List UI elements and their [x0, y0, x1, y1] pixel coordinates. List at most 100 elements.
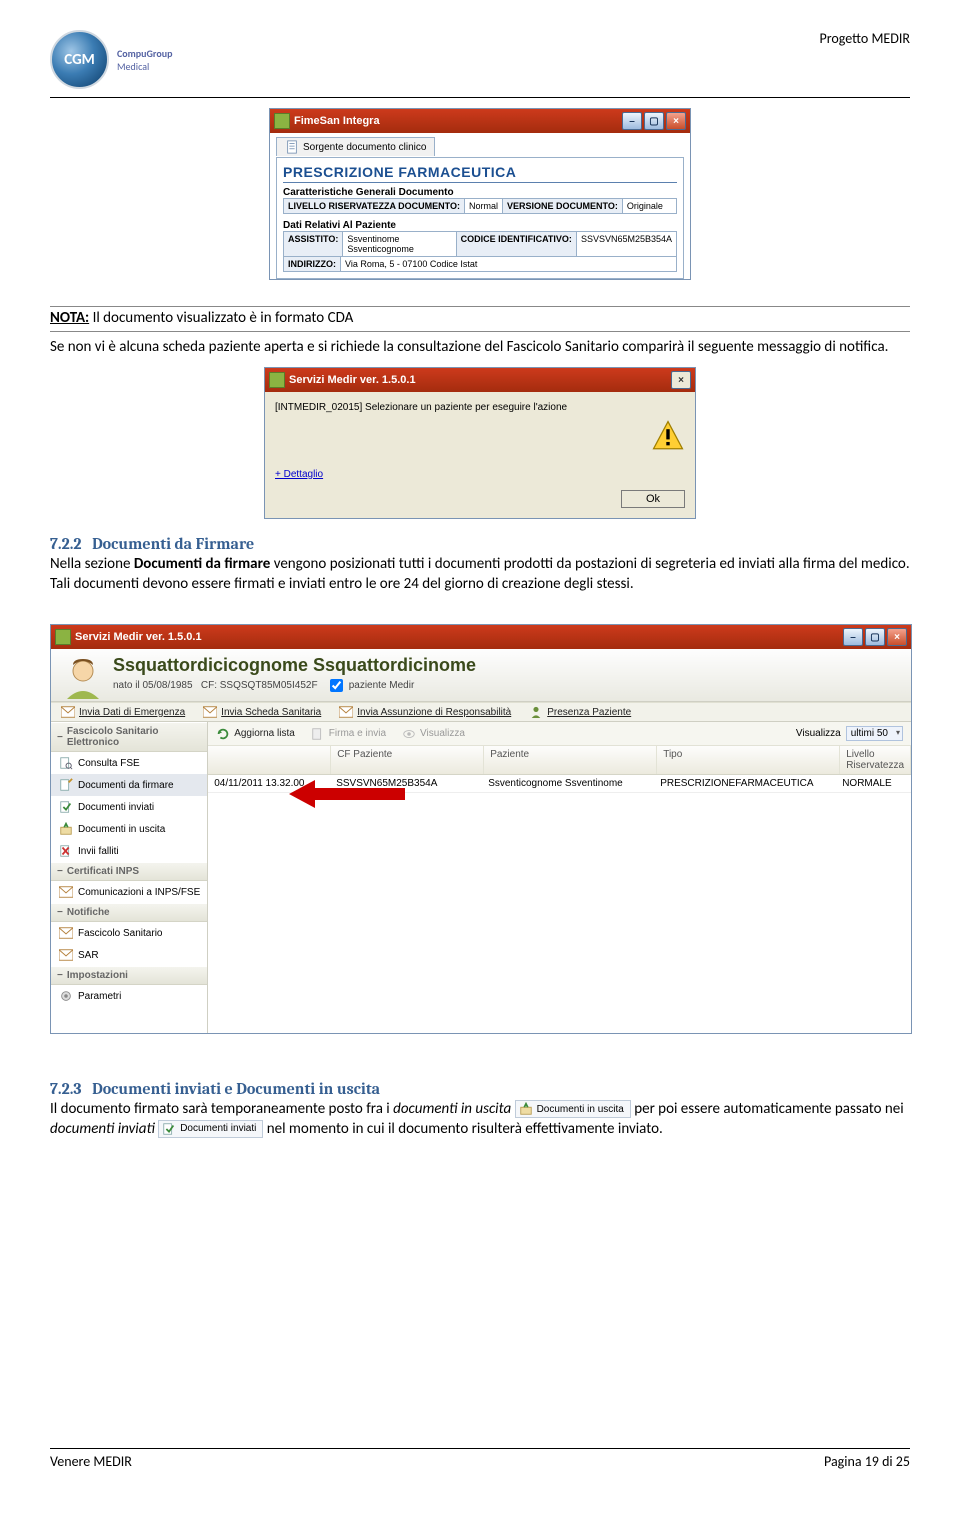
collapse-icon: −	[57, 732, 63, 743]
collapse-icon: −	[57, 907, 63, 918]
col-livello[interactable]: Livello Riservatezza	[840, 746, 911, 774]
nav-notif-fascicolo[interactable]: Fascicolo Sanitario	[51, 922, 207, 944]
link-scheda-sanitaria[interactable]: Invia Scheda Sanitaria	[203, 706, 321, 718]
nav-group-fse[interactable]: −Fascicolo Sanitario Elettronico	[51, 722, 207, 752]
col-cf[interactable]: CF Paziente	[331, 746, 484, 774]
patient-avatar	[61, 655, 105, 699]
eye-icon	[402, 727, 416, 741]
cell-livello: NORMALE	[836, 775, 911, 792]
nav-invii-falliti[interactable]: Invii falliti	[51, 840, 207, 862]
nav-group-notifiche[interactable]: −Notifiche	[51, 903, 207, 922]
nav-documenti-da-firmare[interactable]: Documenti da firmare	[51, 774, 207, 796]
envelope-icon	[61, 706, 75, 718]
nav-label: Comunicazioni a INPS/FSE	[78, 887, 200, 898]
btn-label: Visualizza	[420, 728, 465, 739]
nota-text: Il documento visualizzato è in formato C…	[89, 309, 353, 327]
close-button[interactable]: ×	[887, 628, 907, 646]
livello-label: LIVELLO RISERVATEZZA DOCUMENTO:	[284, 199, 465, 213]
refresh-icon	[216, 727, 230, 741]
paziente-medir-checkbox[interactable]	[330, 679, 343, 692]
meta-paz-label: paziente Medir	[349, 680, 415, 691]
nav-consulta-fse[interactable]: Consulta FSE	[51, 752, 207, 774]
nav-label: Documenti da firmare	[78, 780, 174, 791]
ok-button[interactable]: Ok	[621, 490, 685, 508]
tab-sorgente[interactable]: Sorgente documento clinico	[276, 137, 435, 156]
app-icon	[55, 629, 71, 645]
nav-documenti-in-uscita[interactable]: Documenti in uscita	[51, 818, 207, 840]
patient-name: Ssquattordicicognome Ssquattordicinome	[61, 655, 901, 676]
livello-value: Normal	[465, 199, 502, 213]
s3-title: Servizi Medir ver. 1.5.0.1	[75, 631, 202, 643]
cgm-badge: CGM	[50, 30, 109, 89]
snip-documenti-uscita: Documenti in uscita	[515, 1100, 631, 1118]
nav-comunicazioni-inps[interactable]: Comunicazioni a INPS/FSE	[51, 881, 207, 903]
nav-label: Documenti inviati	[78, 802, 154, 813]
t: Documenti da firmare	[134, 555, 271, 573]
collapse-icon: −	[57, 970, 63, 981]
nav-label: SAR	[78, 950, 99, 961]
cell-paziente: Ssventicognome Ssventinome	[482, 775, 654, 792]
nav-parametri[interactable]: Parametri	[51, 985, 207, 1007]
nav-group-inps[interactable]: −Certificati INPS	[51, 862, 207, 881]
prescrizione-heading: PRESCRIZIONE FARMACEUTICA	[283, 164, 677, 180]
minimize-button[interactable]: –	[843, 628, 863, 646]
visualizza-select[interactable]: ultimi 50	[846, 726, 903, 741]
dettaglio-link[interactable]: + Dettaglio	[275, 469, 685, 480]
col-tipo[interactable]: Tipo	[657, 746, 840, 774]
nav-label: Fascicolo Sanitario	[78, 928, 162, 939]
screenshot-dialog: Servizi Medir ver. 1.5.0.1 × [INTMEDIR_0…	[264, 367, 696, 519]
codice-value: SSVSVN65M25B354A	[577, 232, 676, 256]
grp-label: Impostazioni	[67, 970, 128, 981]
link-dati-emergenza[interactable]: Invia Dati di Emergenza	[61, 706, 185, 718]
link-label: Invia Scheda Sanitaria	[221, 707, 321, 718]
pen-doc-icon	[59, 778, 73, 792]
project-name: Progetto MEDIR	[820, 30, 910, 47]
versione-label: VERSIONE DOCUMENTO:	[503, 199, 623, 213]
meta-cf: CF: SSQSQT85M05I452F	[201, 680, 318, 691]
s3-titlebar: Servizi Medir ver. 1.5.0.1 – ▢ ×	[51, 625, 911, 649]
outbox-icon	[519, 1102, 533, 1116]
grp-label: Certificati INPS	[67, 866, 139, 877]
sent-doc-icon	[59, 800, 73, 814]
firma-invia-button[interactable]: Firma e invia	[311, 727, 386, 741]
minimize-button[interactable]: –	[622, 112, 642, 130]
grp-label: Notifiche	[67, 907, 110, 918]
footer-left: Venere MEDIR	[50, 1453, 132, 1470]
col-date[interactable]	[208, 746, 331, 774]
envelope-icon	[339, 706, 353, 718]
grp-label: Fascicolo Sanitario Elettronico	[67, 726, 201, 748]
dialog-close-button[interactable]: ×	[671, 371, 691, 389]
meta-nato: nato il 05/08/1985	[113, 680, 193, 691]
t: documenti in uscita	[393, 1100, 511, 1118]
maximize-button[interactable]: ▢	[865, 628, 885, 646]
heading-7-2-2: 7.2.2 Documenti da Firmare	[50, 535, 910, 553]
visualizza-button[interactable]: Visualizza	[402, 727, 465, 741]
t: per poi essere automaticamente passato n…	[631, 1100, 904, 1118]
indirizzo-label: INDIRIZZO:	[284, 257, 341, 271]
fimesan-titlebar: FimeSan Integra – ▢ ×	[270, 109, 690, 133]
nav-group-impostazioni[interactable]: −Impostazioni	[51, 966, 207, 985]
dialog-message: [INTMEDIR_02015] Selezionare un paziente…	[275, 402, 685, 413]
envelope-icon	[59, 926, 73, 940]
envelope-icon	[59, 948, 73, 962]
nav-notif-sar[interactable]: SAR	[51, 944, 207, 966]
link-label: Invia Dati di Emergenza	[79, 707, 185, 718]
nav-label: Parametri	[78, 991, 121, 1002]
nota-line: NOTA: Il documento visualizzato è in for…	[50, 309, 910, 329]
link-assunzione[interactable]: Invia Assunzione di Responsabilità	[339, 706, 511, 718]
maximize-button[interactable]: ▢	[644, 112, 664, 130]
link-presenza-paziente[interactable]: Presenza Paziente	[529, 706, 631, 718]
col-paziente[interactable]: Paziente	[484, 746, 657, 774]
sec723-body: Il documento firmato sarà temporaneament…	[50, 1100, 910, 1139]
close-button[interactable]: ×	[666, 112, 686, 130]
highlight-arrow-icon	[289, 780, 315, 808]
aggiorna-lista-button[interactable]: Aggiorna lista	[216, 727, 295, 741]
heading-title: Documenti inviati e Documenti in uscita	[92, 1080, 380, 1098]
heading-7-2-3: 7.2.3 Documenti inviati e Documenti in u…	[50, 1080, 910, 1098]
nav-label: Documenti in uscita	[78, 824, 165, 835]
table-empty-area	[208, 793, 911, 1033]
block2-label: Dati Relativi Al Paziente	[283, 220, 677, 231]
nav-documenti-inviati[interactable]: Documenti inviati	[51, 796, 207, 818]
cell-tipo: PRESCRIZIONEFARMACEUTICA	[654, 775, 836, 792]
app-icon	[269, 372, 285, 388]
